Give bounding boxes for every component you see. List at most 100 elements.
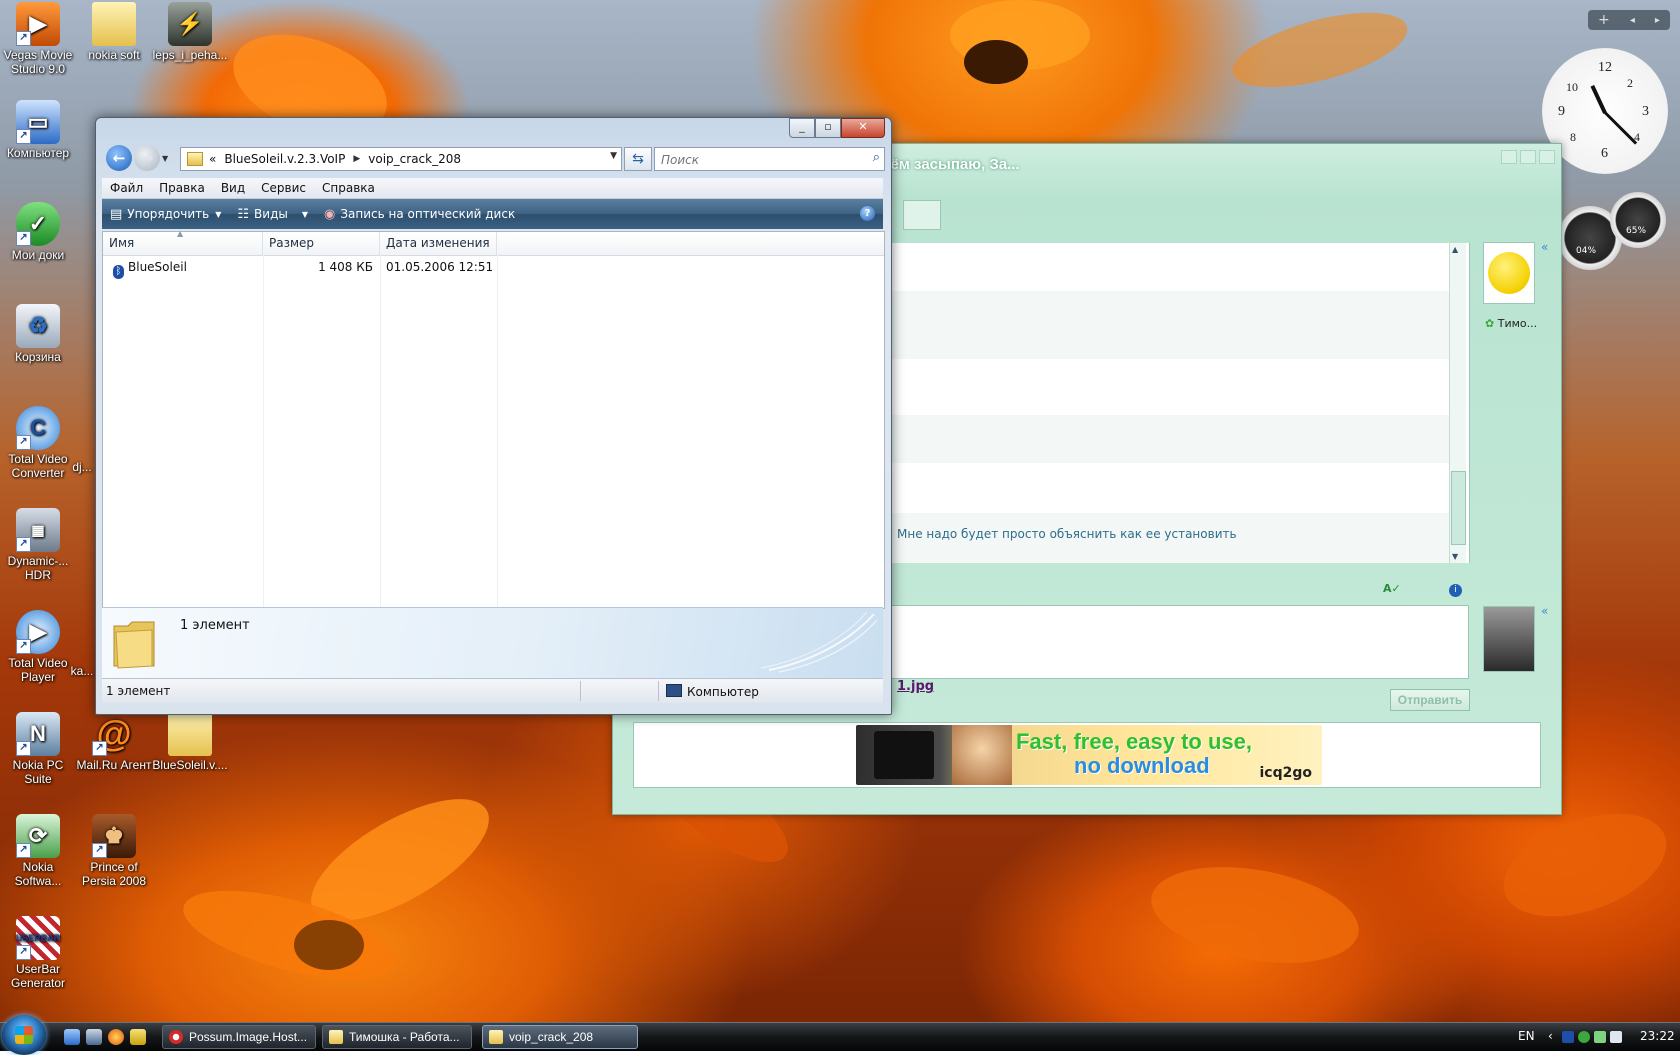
send-button[interactable]: Отправить [1390, 689, 1470, 711]
desktop-icon-userbar-generator[interactable]: USERBAR ↗ UserBar Generator [0, 916, 76, 990]
file-row[interactable]: ᛒ BlueSoleil 1 408 КБ 01.05.2006 12:51 [103, 257, 503, 279]
maximize-button[interactable] [1520, 150, 1536, 164]
desktop-icon-leps[interactable]: ⚡ leps_i_peha... [152, 2, 228, 62]
desktop-icon-my-docs[interactable]: ✓ ↗ Мои доки [0, 202, 76, 262]
shield-check-icon: ✓ ↗ [16, 202, 60, 246]
desktop-icon-label: Nokia Softwa... [14, 860, 62, 888]
breadcrumb-item[interactable]: BlueSoleil.v.2.3.VoIP [224, 152, 345, 166]
close-button[interactable]: ✕ [841, 118, 885, 138]
collapse-icon[interactable]: « [1541, 604, 1548, 618]
info-icon[interactable]: i [1449, 584, 1462, 597]
search-icon[interactable]: ⌕ [873, 150, 880, 165]
address-bar[interactable]: « BlueSoleil.v.2.3.VoIP ▶ voip_crack_208… [180, 147, 622, 171]
taskbar-item-possum[interactable]: Possum.Image.Host... [162, 1025, 316, 1049]
contact-avatar[interactable] [1483, 242, 1535, 304]
column-divider [380, 255, 381, 608]
forward-button[interactable]: → [134, 145, 160, 171]
switch-windows-icon[interactable] [86, 1029, 102, 1045]
desktop-icon-label: Vegas Movie Studio 9.0 [3, 48, 73, 76]
ad-banner[interactable]: Fast, free, easy to use, no download icq… [856, 725, 1322, 785]
desktop-icon-computer[interactable]: ▭ ↗ Компьютер [0, 100, 76, 160]
status-location-label: Компьютер [687, 685, 759, 699]
taskbar-item-voip-crack[interactable]: voip_crack_208 [482, 1025, 638, 1049]
own-avatar[interactable] [1483, 606, 1535, 672]
explorer-window[interactable]: _ ▫ ✕ ← → ▼ « BlueSoleil.v.2.3.VoIP ▶ vo… [95, 117, 892, 715]
close-button[interactable] [1539, 150, 1555, 164]
desktop-icon-nokia-pc-suite[interactable]: N ↗ Nokia PC Suite [0, 712, 76, 786]
hdr-icon: ▦ ↗ [16, 508, 60, 552]
spellcheck-icon[interactable]: A✓ [1383, 582, 1401, 595]
tray-expand-icon[interactable]: ‹ [1548, 1029, 1553, 1043]
volume-tray-icon[interactable] [1610, 1031, 1622, 1043]
firefox-icon[interactable] [108, 1029, 124, 1045]
file-list[interactable]: Имя ▲ Размер Дата изменения ᛒ BlueSoleil … [102, 229, 885, 609]
network-tray-icon[interactable] [1594, 1031, 1606, 1043]
bluetooth-tray-icon[interactable] [1562, 1031, 1574, 1043]
collapse-icon[interactable]: « [1541, 240, 1548, 254]
start-button[interactable] [2, 1015, 46, 1055]
prev-gadget-icon[interactable]: ◂ [1630, 15, 1635, 26]
column-header-size[interactable]: Размер [263, 232, 380, 255]
recycle-bin-icon: ♻ [16, 304, 60, 348]
add-gadget-icon[interactable]: + [1598, 12, 1610, 28]
burn-disc-button[interactable]: ◉ Запись на оптический диск [316, 200, 523, 228]
desktop-icon-bluesoleil[interactable]: BlueSoleil.v.... [152, 712, 228, 772]
back-button[interactable]: ← [106, 145, 132, 171]
organize-button[interactable]: ▤ Упорядочить ▼ [102, 200, 229, 228]
menu-view[interactable]: Вид [213, 181, 253, 195]
status-divider [580, 681, 581, 701]
desktop-icon-label: Компьютер [6, 146, 70, 160]
history-dropdown[interactable]: ▼ [162, 154, 168, 163]
smiley-icon [1488, 252, 1530, 294]
minimize-button[interactable] [1501, 150, 1517, 164]
icq-tray-icon[interactable] [1578, 1031, 1590, 1043]
address-dropdown-icon[interactable]: ▼ [610, 151, 617, 161]
show-desktop-icon[interactable] [64, 1029, 80, 1045]
opera-icon [169, 1030, 183, 1044]
clock-time[interactable]: 23:22 [1640, 1029, 1675, 1043]
winamp-icon[interactable] [130, 1029, 146, 1045]
breadcrumb-item[interactable]: voip_crack_208 [368, 152, 461, 166]
search-box[interactable]: ⌕ [654, 147, 885, 171]
help-icon[interactable]: ? [860, 206, 875, 221]
breadcrumb-separator-icon[interactable]: ▶ [353, 154, 360, 164]
views-button[interactable]: ☷ Виды ▼ [229, 200, 316, 228]
navigation-bar: ← → ▼ « BlueSoleil.v.2.3.VoIP ▶ voip_cra… [102, 144, 885, 174]
language-indicator[interactable]: EN [1518, 1029, 1535, 1043]
menu-tools[interactable]: Сервис [253, 181, 314, 195]
desktop-icon-nokia-soft[interactable]: nokia soft [76, 2, 152, 62]
desktop-icon-nokia-software[interactable]: ⟳ ↗ Nokia Softwa... [0, 814, 76, 888]
ad-banner-area: Fast, free, easy to use, no download icq… [633, 722, 1541, 788]
icq-toolbar-button[interactable] [903, 200, 941, 230]
desktop-icon-vegas[interactable]: ▶ ↗ Vegas Movie Studio 9.0 [0, 2, 76, 76]
taskbar-item-timoshka[interactable]: Тимошка - Работа... [322, 1025, 472, 1049]
computer-icon: ▭ ↗ [16, 100, 60, 144]
icq-history-scrollbar[interactable]: ▲ ▼ [1449, 243, 1466, 563]
desktop-icon-dynamic-hdr[interactable]: ▦ ↗ Dynamic-... HDR [0, 508, 76, 582]
column-header-modified[interactable]: Дата изменения [380, 232, 497, 255]
sidebar-controls: + ◂ ▸ [1588, 10, 1670, 30]
scroll-thumb[interactable] [1451, 471, 1466, 545]
menu-edit[interactable]: Правка [151, 181, 213, 195]
menu-file[interactable]: Файл [102, 181, 151, 195]
icq-file-link[interactable]: 1.jpg [897, 679, 934, 694]
minimize-button[interactable]: _ [789, 118, 815, 138]
breadcrumb-overflow[interactable]: « [209, 152, 216, 166]
file-modified: 01.05.2006 12:51 [386, 260, 494, 274]
refresh-button[interactable]: ⇆ [624, 147, 652, 171]
menu-help[interactable]: Справка [314, 181, 383, 195]
desktop-icon-recycle-bin[interactable]: ♻ Корзина [0, 304, 76, 364]
desktop-icon-label: Prince of Persia 2008 [81, 860, 147, 888]
ad-brand: icq2go [1259, 765, 1313, 781]
desktop-icon-label: Корзина [15, 350, 61, 364]
refresh-icon: ⇆ [632, 151, 644, 167]
desktop-icon-prince-of-persia[interactable]: ♚ ↗ Prince of Persia 2008 [76, 814, 152, 888]
desktop-icon-mailru-agent[interactable]: @ ↗ Mail.Ru Агент [76, 712, 152, 773]
search-input[interactable] [659, 150, 853, 170]
scroll-up-icon[interactable]: ▲ [1452, 245, 1458, 254]
memory-meter-gadget[interactable]: 65% [1610, 192, 1666, 248]
maximize-button[interactable]: ▫ [815, 118, 841, 138]
converter-icon: C ↗ [16, 406, 60, 450]
scroll-down-icon[interactable]: ▼ [1452, 552, 1458, 561]
next-gadget-icon[interactable]: ▸ [1655, 15, 1660, 26]
